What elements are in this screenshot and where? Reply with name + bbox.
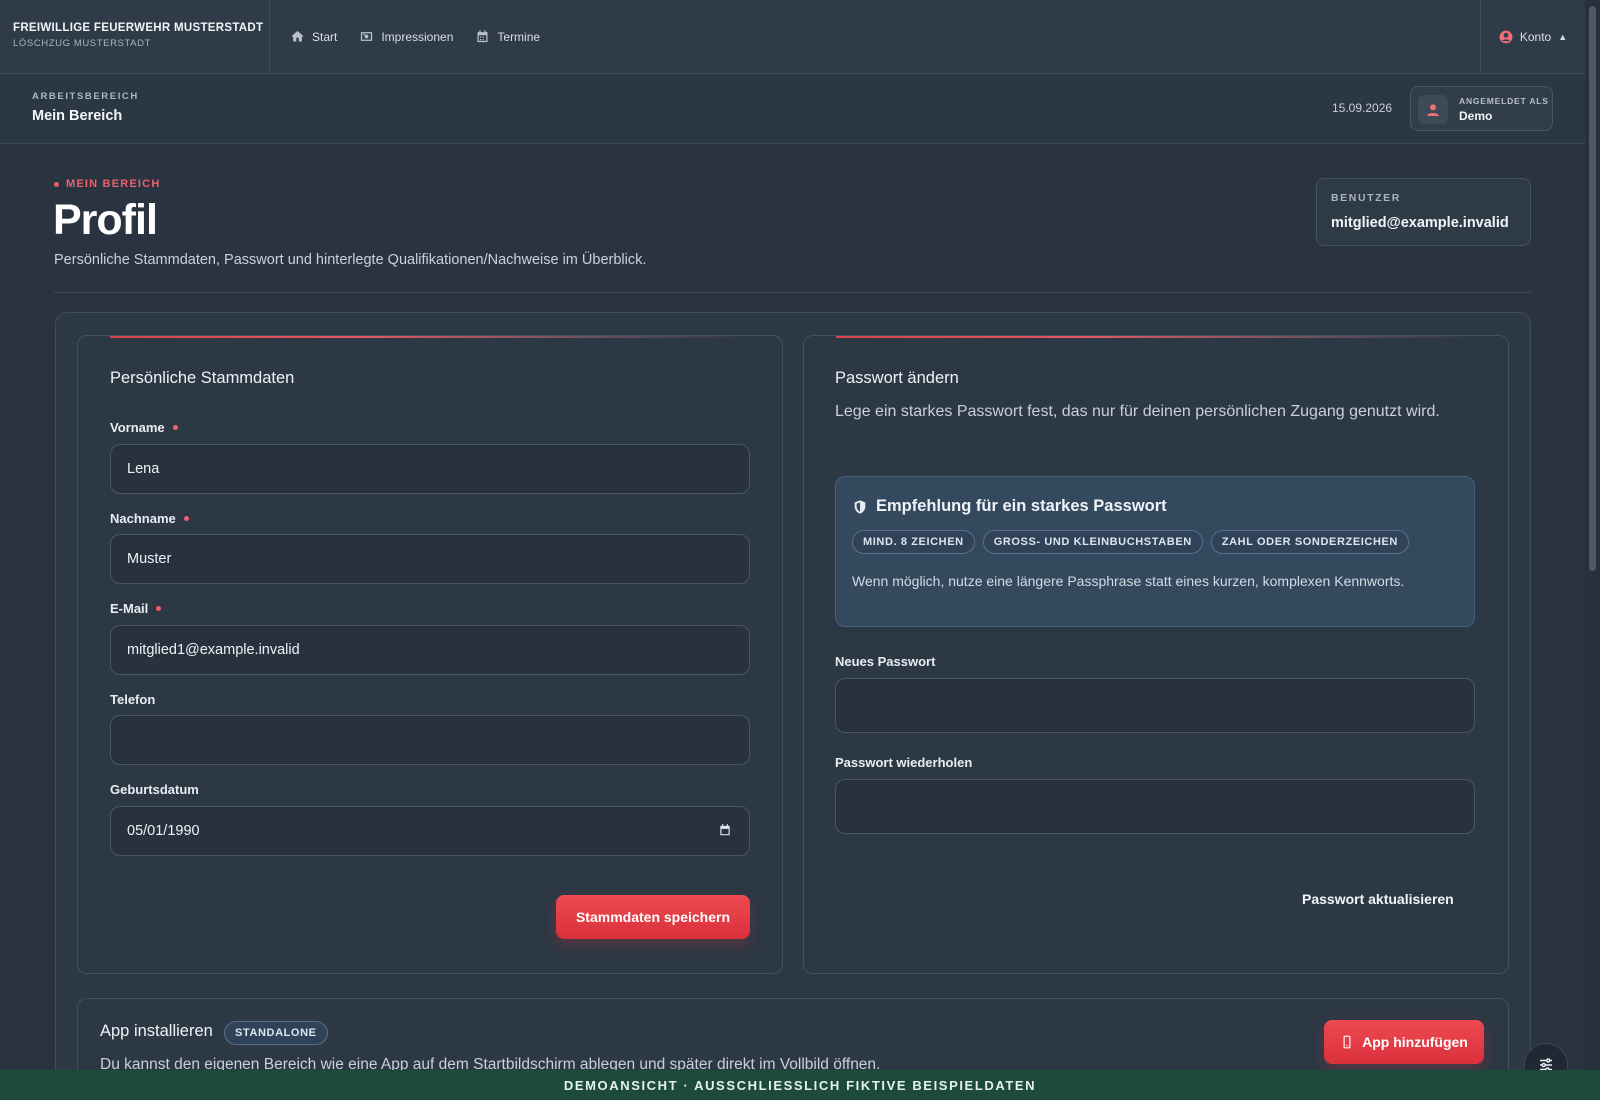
chevron-up-icon: ▲ [1558,31,1568,42]
nachname-label-text: Nachname [110,511,176,526]
new-password-label: Neues Passwort [835,654,935,669]
shield-icon [854,499,866,514]
chip-min-length: MIND. 8 ZEICHEN [852,530,975,554]
passwort-card: Passwort ändern Lege ein starkes Passwor… [803,335,1509,974]
vorname-label: Vorname [110,420,178,435]
add-app-label: App hinzufügen [1362,1034,1468,1050]
standalone-badge: STANDALONE [224,1021,328,1045]
account-label: Konto [1519,29,1552,44]
app-install-title: App installieren [100,1022,213,1040]
recommendation-title: Empfehlung für ein starkes Passwort [852,497,1167,516]
photo-icon [361,32,373,41]
recommendation-chips: MIND. 8 ZEICHEN GROSS- UND KLEINBUCHSTAB… [852,530,1409,554]
eyebrow-label: MEIN BEREICH [66,178,161,190]
workspace-eyebrow: ARBEITSBEREICH [32,91,139,102]
logged-in-user[interactable]: ANGEMELDET ALS Demo [1410,86,1553,131]
user-icon [1427,103,1439,116]
logged-in-name: Demo [1459,109,1493,123]
brand[interactable]: FREIWILLIGE FEUERWEHR MUSTERSTADT LÖSCHZ… [0,0,270,73]
repeat-password-label-text: Passwort wiederholen [835,755,973,770]
brand-title: FREIWILLIGE FEUERWEHR MUSTERSTADT [13,22,264,34]
chip-number-symbol: ZAHL ODER SONDERZEICHEN [1210,530,1409,554]
vorname-field[interactable]: Lena [110,444,750,494]
telefon-field[interactable] [110,715,750,765]
email-field[interactable]: mitglied1@example.invalid [110,625,750,675]
passwort-description: Lege ein starkes Passwort fest, das nur … [835,403,1440,420]
page-eyebrow: MEIN BEREICH [54,178,160,190]
phone-icon [1343,1035,1351,1049]
geburtsdatum-field[interactable]: 05/01/1990 [110,806,750,856]
repeat-password-field[interactable] [835,779,1475,834]
main-nav: Start Impressionen Termine [270,0,1480,73]
nav-item-label: Impressionen [381,29,454,44]
required-marker [156,606,162,611]
telefon-label: Telefon [110,692,155,707]
scrollbar-thumb[interactable] [1589,6,1596,571]
new-password-field[interactable] [835,678,1475,733]
scrollbar[interactable] [1585,0,1600,1070]
required-marker [172,425,178,430]
new-password-label-text: Neues Passwort [835,654,936,669]
geburtsdatum-value: 05/01/1990 [127,823,200,839]
page-title: Profil [53,196,158,244]
nachname-label: Nachname [110,511,189,526]
profile-panel: Persönliche Stammdaten Vorname Lena Nach… [55,312,1531,1100]
page-description: Persönliche Stammdaten, Passwort und hin… [54,252,647,268]
chip-case: GROSS- UND KLEINBUCHSTABEN [982,530,1203,554]
geburtsdatum-label: Geburtsdatum [110,782,199,797]
user-card: BENUTZER mitglied@example.invalid [1316,178,1531,246]
stammdaten-title: Persönliche Stammdaten [110,369,295,387]
avatar [1418,95,1448,124]
account-menu[interactable]: Konto ▲ [1480,0,1585,73]
nav-item-label: Termine [497,29,541,44]
card-accent [836,336,1476,338]
divider [54,292,1531,293]
add-app-button[interactable]: App hinzufügen [1324,1020,1484,1064]
nav-item-label: Start [312,29,338,44]
top-navigation: FREIWILLIGE FEUERWEHR MUSTERSTADT LÖSCHZ… [0,0,1585,74]
vorname-label-text: Vorname [110,420,165,435]
demo-banner: DEMOANSICHT · AUSSCHLIESSLICH FIKTIVE BE… [0,1070,1600,1100]
recommendation-title-text: Empfehlung für ein starkes Passwort [876,497,1167,515]
password-recommendation: Empfehlung für ein starkes Passwort MIND… [835,476,1475,627]
user-circle-icon [1499,30,1513,43]
geburtsdatum-label-text: Geburtsdatum [110,782,199,797]
save-stammdaten-button[interactable]: Stammdaten speichern [556,895,750,939]
home-icon [291,30,304,42]
workspace-title: Mein Bereich [32,108,123,124]
repeat-password-label: Passwort wiederholen [835,755,972,770]
update-password-button[interactable]: Passwort aktualisieren [1302,891,1454,907]
current-date: 15.09.2026 [1332,101,1393,115]
email-label: E-Mail [110,601,162,616]
calendar-icon [477,30,488,43]
stammdaten-card: Persönliche Stammdaten Vorname Lena Nach… [77,335,783,974]
user-card-value: mitglied@example.invalid [1331,215,1509,231]
card-accent [110,336,750,338]
logged-in-label: ANGEMELDET ALS [1459,96,1549,106]
nav-item-start[interactable]: Start [290,29,337,44]
nav-item-impressionen[interactable]: Impressionen [359,29,453,44]
calendar-picker-icon[interactable] [718,823,732,837]
telefon-label-text: Telefon [110,692,156,707]
user-card-label: BENUTZER [1331,192,1401,204]
email-label-text: E-Mail [110,601,149,616]
nachname-field[interactable]: Muster [110,534,750,584]
workspace-header: ARBEITSBEREICH Mein Bereich 15.09.2026 A… [0,74,1585,144]
brand-subtitle: LÖSCHZUG MUSTERSTADT [13,38,151,49]
eyebrow-dot [54,181,59,187]
passwort-title: Passwort ändern [835,369,959,387]
nav-item-termine[interactable]: Termine [475,29,540,44]
required-marker [183,516,189,521]
recommendation-note: Wenn möglich, nutze eine längere Passphr… [852,573,1405,589]
